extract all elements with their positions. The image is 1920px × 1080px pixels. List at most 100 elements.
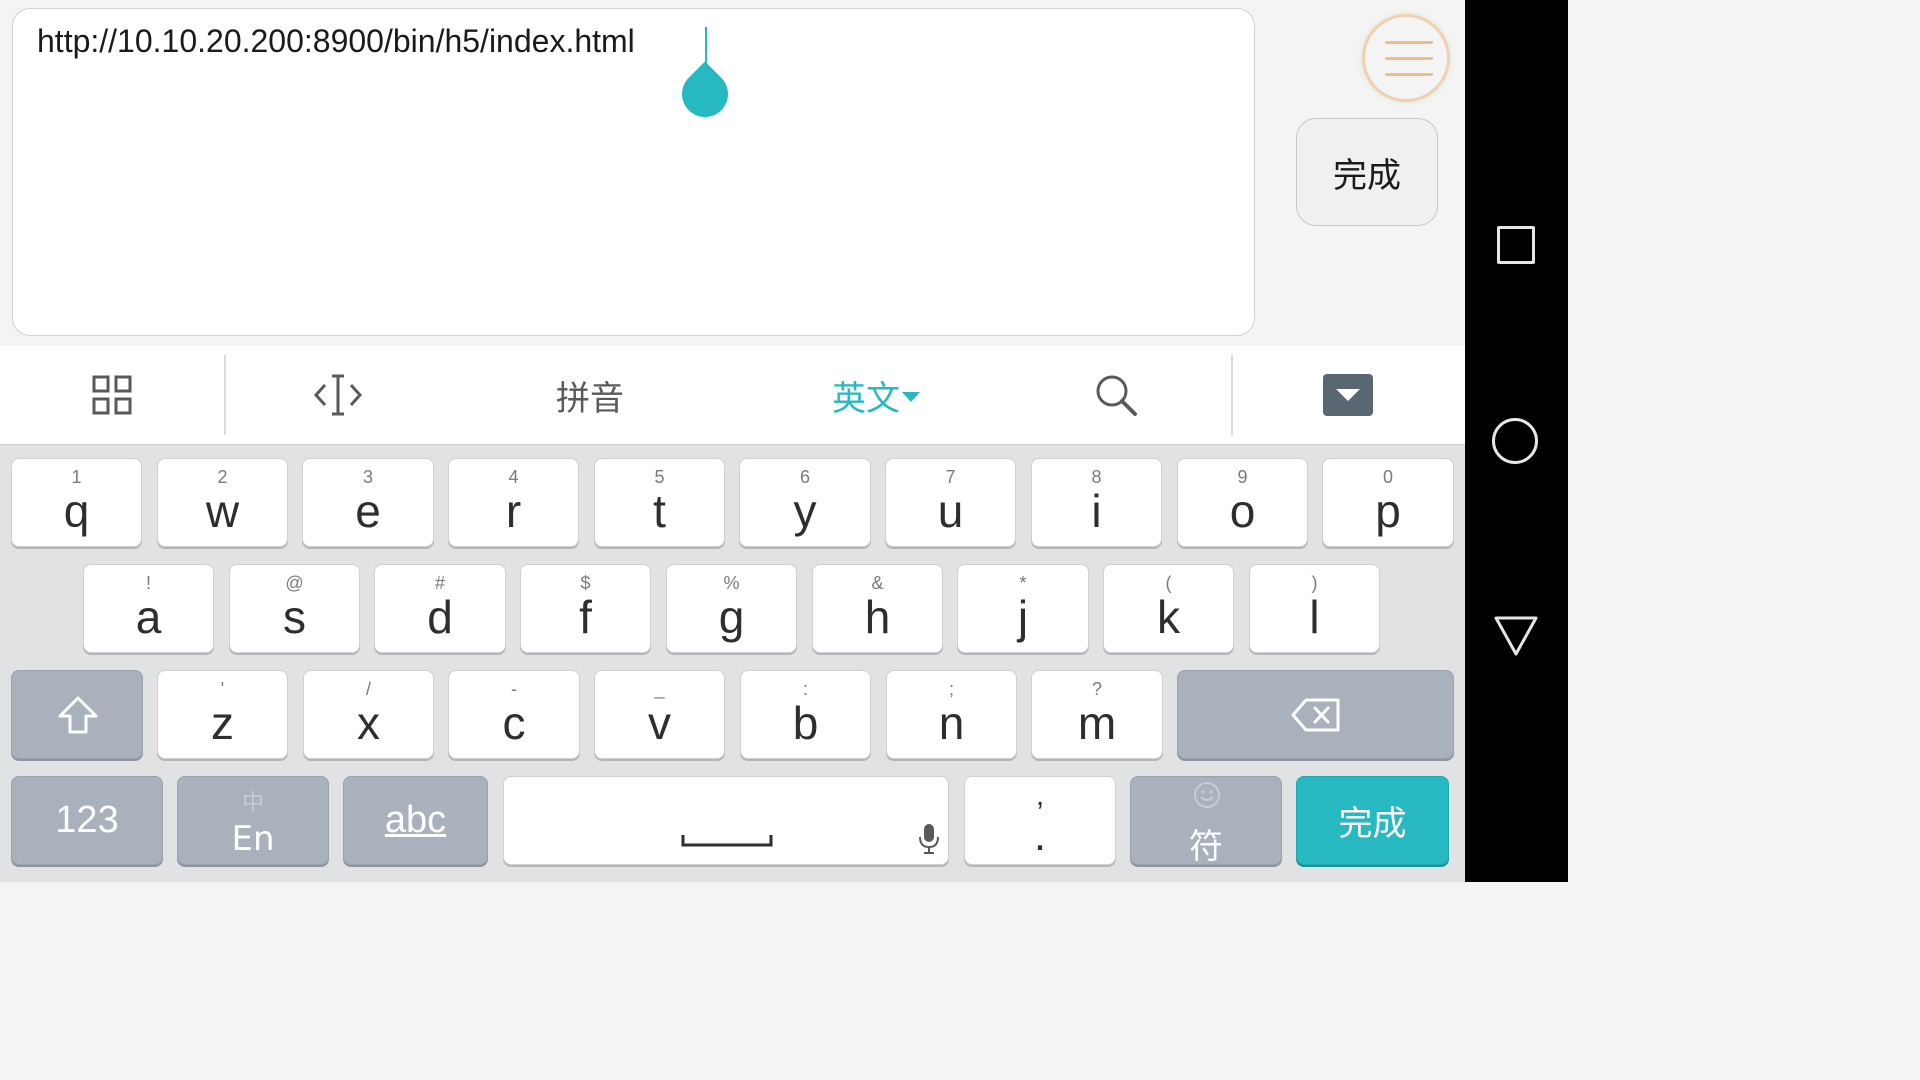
key-label: k <box>1157 591 1180 643</box>
lang-top-label: 中 <box>241 791 264 816</box>
key-g[interactable]: % g <box>666 564 797 653</box>
key-u[interactable]: 7 u <box>885 458 1016 547</box>
key-r[interactable]: 4 r <box>448 458 579 547</box>
key-label: t <box>653 485 666 537</box>
key-label: e <box>355 485 381 537</box>
key-t[interactable]: 5 t <box>594 458 725 547</box>
period-label: . <box>1033 811 1047 860</box>
key-j[interactable]: * j <box>957 564 1089 653</box>
key-label: n <box>938 697 965 749</box>
shift-key[interactable] <box>11 670 143 759</box>
key-y[interactable]: 6 y <box>739 458 871 547</box>
dropdown-arrow-icon <box>902 392 920 402</box>
floating-menu-button[interactable] <box>1362 14 1450 102</box>
key-label: w <box>205 485 240 537</box>
key-label: b <box>792 697 819 749</box>
key-v[interactable]: _ v <box>594 670 725 759</box>
back-icon[interactable] <box>1493 614 1539 658</box>
key-z[interactable]: ' z <box>157 670 288 759</box>
numbers-key[interactable]: 123 <box>11 776 163 865</box>
toolbar-hide-keyboard[interactable] <box>1298 346 1398 444</box>
key-o[interactable]: 9 o <box>1177 458 1308 547</box>
key-label: v <box>648 697 671 749</box>
key-label: o <box>1229 485 1256 537</box>
backspace-key[interactable] <box>1177 670 1454 759</box>
key-s[interactable]: @ s <box>229 564 360 653</box>
toolbar-grid-menu[interactable] <box>60 346 164 444</box>
toolbar-english[interactable]: 英文 <box>816 346 936 444</box>
editor-area: http://10.10.20.200:8900/bin/h5/index.ht… <box>0 0 1465 346</box>
text-caret <box>705 27 707 63</box>
cursor-handle[interactable] <box>672 61 738 127</box>
space-key[interactable] <box>503 776 949 865</box>
toolbar-pinyin[interactable]: 拼音 <box>530 346 650 444</box>
key-m[interactable]: ? m <box>1031 670 1163 759</box>
done-button[interactable]: 完成 <box>1296 118 1438 226</box>
language-switch-key[interactable]: 中 En <box>177 776 329 865</box>
key-f[interactable]: $ f <box>520 564 651 653</box>
home-icon[interactable] <box>1492 418 1538 464</box>
done-key[interactable]: 完成 <box>1296 776 1449 865</box>
symbols-key-label: 符 <box>1189 827 1223 867</box>
key-label: d <box>427 591 453 643</box>
key-label: g <box>718 591 745 643</box>
key-k[interactable]: ( k <box>1103 564 1234 653</box>
key-d[interactable]: # d <box>374 564 506 653</box>
toolbar-cursor-move[interactable] <box>288 346 388 444</box>
abc-key-label: abc <box>384 799 447 841</box>
key-label: a <box>135 591 162 643</box>
key-label: f <box>579 591 592 643</box>
key-c[interactable]: - c <box>448 670 580 759</box>
key-label: r <box>505 485 522 537</box>
key-x[interactable]: / x <box>303 670 434 759</box>
key-label: u <box>937 485 964 537</box>
url-value: http://10.10.20.200:8900/bin/h5/index.ht… <box>37 23 635 59</box>
punctuation-key[interactable]: , . <box>964 776 1116 865</box>
key-i[interactable]: 8 i <box>1031 458 1162 547</box>
abc-key[interactable]: abc <box>343 776 488 865</box>
numbers-key-label: 123 <box>55 799 119 841</box>
system-nav-bar <box>1465 0 1568 882</box>
emoji-icon <box>1194 782 1220 808</box>
key-label: j <box>1017 591 1029 643</box>
keyboard: 1 q 2 w 3 e 4 r 5 t 6 y 7 u 8 i 9 o 0 p … <box>0 445 1465 882</box>
search-icon <box>1096 375 1137 416</box>
key-label: i <box>1091 485 1102 537</box>
toolbar-divider <box>1231 355 1233 435</box>
toolbar-search[interactable] <box>1066 346 1166 444</box>
key-e[interactable]: 3 e <box>302 458 434 547</box>
pinyin-label: 拼音 <box>556 378 624 419</box>
key-label: l <box>1309 591 1320 643</box>
ime-toolbar: 拼音 英文 <box>0 346 1465 445</box>
key-label: h <box>864 591 891 643</box>
key-l[interactable]: ) l <box>1249 564 1380 653</box>
key-h[interactable]: & h <box>812 564 943 653</box>
key-label: m <box>1077 697 1117 749</box>
backspace-icon <box>1291 698 1340 732</box>
url-input[interactable]: http://10.10.20.200:8900/bin/h5/index.ht… <box>12 8 1255 336</box>
key-label: x <box>357 697 380 749</box>
lang-bottom-label: En <box>231 819 275 859</box>
menu-icon-bar <box>1385 73 1433 76</box>
hide-keyboard-icon <box>1323 374 1373 416</box>
key-q[interactable]: 1 q <box>11 458 142 547</box>
key-b[interactable]: : b <box>740 670 871 759</box>
english-label: 英文 <box>832 378 900 419</box>
recent-apps-icon[interactable] <box>1497 226 1535 264</box>
key-label: q <box>63 485 90 537</box>
symbols-key[interactable]: 符 <box>1130 776 1282 867</box>
grid-icon <box>92 375 132 415</box>
key-p[interactable]: 0 p <box>1322 458 1454 547</box>
done-key-label: 完成 <box>1338 804 1407 844</box>
key-label: y <box>793 485 817 537</box>
key-n[interactable]: ; n <box>886 670 1017 759</box>
menu-icon-bar <box>1385 57 1433 60</box>
text-cursor-icon <box>313 374 363 416</box>
key-w[interactable]: 2 w <box>157 458 288 547</box>
key-a[interactable]: ! a <box>83 564 214 653</box>
comma-label: , <box>1035 779 1045 812</box>
key-label: c <box>502 697 526 749</box>
menu-icon-bar <box>1385 41 1433 44</box>
space-bar-icon <box>681 835 773 847</box>
toolbar-divider <box>224 355 226 435</box>
